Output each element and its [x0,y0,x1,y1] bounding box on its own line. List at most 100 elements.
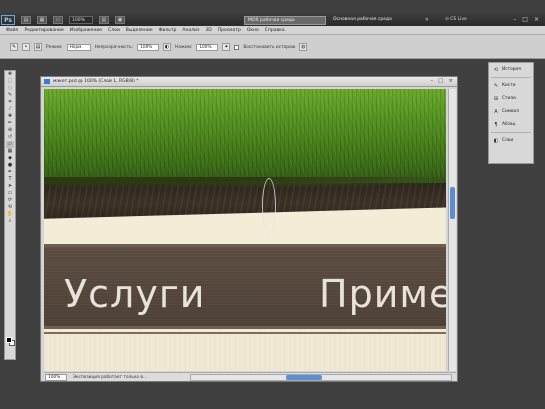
panel-history-label: История [502,67,521,72]
path-select-tool-icon[interactable]: ➤ [6,183,14,190]
brush-panel-icon[interactable]: ▤ [34,43,42,51]
nav-item-examples: Приме [319,272,446,316]
menu-help[interactable]: Справка [265,28,285,33]
airbrush-icon[interactable]: ✦ [222,43,231,51]
erase-history-label: Восстановить историю [243,44,296,50]
menu-analysis[interactable]: Анализ [182,28,199,33]
foreground-color-swatch[interactable] [6,337,12,343]
panel-layers[interactable]: ◧ Слои [489,134,533,147]
panel-styles-label: Стили [502,96,516,101]
menu-3d[interactable]: 3D [205,28,211,33]
workspace-menu-icon[interactable]: » [425,16,429,23]
panel-brushes-label: Кисти [502,83,516,88]
close-button[interactable]: × [534,16,539,23]
panel-paragraph-label: Абзац [502,122,516,127]
horizontal-scroll-thumb[interactable] [286,375,322,380]
quick-select-tool-icon[interactable]: ✎ [6,92,14,99]
vertical-scrollbar[interactable] [448,89,456,371]
eyedropper-tool-icon[interactable]: ⁄ [6,106,14,113]
gradient-tool-icon[interactable]: ▦ [6,148,14,155]
shape-tool-icon[interactable]: ▭ [6,190,14,197]
document-title: макет.psd @ 100% (Слой 1, RGB/8) * [53,79,139,84]
cs-live-button[interactable]: ⊙ CS Live [445,16,467,24]
application-bar: Ps ▤ ▦ ▭ 100% ▥ ▣ МОЯ рабочая среда Осно… [0,14,545,26]
document-maximize-button[interactable]: □ [438,78,443,84]
brush-size-icon[interactable]: • [22,43,30,51]
menu-image[interactable]: Изображение [70,28,102,33]
document-status-text[interactable]: Экспозиция работает только в... [73,375,147,380]
brush-icon: ✎ [493,82,499,89]
document-close-button[interactable]: × [448,78,453,84]
pressure-label: Нажим: [175,44,193,50]
menu-view[interactable]: Просмотр [218,28,241,33]
panel-paragraph[interactable]: ¶ Абзац [489,118,533,131]
panel-history[interactable]: ⟲ История [489,63,533,76]
pressure-input[interactable]: 100% [196,43,219,51]
color-swatches[interactable] [6,337,15,347]
options-bar: ✎ • ▤ Режим: Норм. Непрозрачность: 100% … [0,35,545,59]
menu-filter[interactable]: Фильтр [159,28,177,33]
brush-tool-icon[interactable]: ✏ [6,120,14,127]
crop-tool-icon[interactable]: ⌗ [6,99,14,106]
blur-tool-icon[interactable]: ◆ [6,155,14,162]
workspace-essentials[interactable]: Основная рабочая среда [333,17,392,22]
photoshop-logo: Ps [1,15,15,25]
extras-icon[interactable]: ▭ [53,16,63,24]
menu-window[interactable]: Окно [247,28,259,33]
pen-tool-icon[interactable]: ✒ [6,169,14,176]
panel-styles[interactable]: ⊞ Стили [489,92,533,105]
eraser-tool-icon[interactable]: ▱ [6,141,14,148]
zoom-level-select[interactable]: 100% [69,16,93,24]
nav-item-services: Услуги [64,272,206,316]
workspace-active-button[interactable]: МОЯ рабочая среда [244,16,326,25]
brush-cursor [262,178,276,234]
healing-tool-icon[interactable]: ✚ [6,113,14,120]
erase-history-checkbox[interactable] [234,44,240,50]
opacity-label: Непрозрачность: [94,44,134,50]
paper-strip-bottom [44,334,446,371]
marquee-tool-icon[interactable]: ⬚ [6,78,14,85]
soil-edge-shadow [44,177,446,191]
type-tool-icon[interactable]: T [6,176,14,183]
options-row: ✎ • ▤ Режим: Норм. Непрозрачность: 100% … [10,43,308,51]
layers-icon: ◧ [493,137,499,144]
panel-layers-label: Слои [502,138,514,143]
menu-edit[interactable]: Редактирование [24,28,63,33]
tools-panel: ✥ ⬚ ◌ ✎ ⌗ ⁄ ✚ ✏ ⊕ ↺ ▱ ▦ ◆ ● ✒ T ➤ ▭ ⟳ ⟲ … [4,70,16,360]
menu-layer[interactable]: Слои [108,28,120,33]
minimize-button[interactable]: – [513,16,516,23]
lasso-tool-icon[interactable]: ◌ [6,85,14,92]
panel-brushes[interactable]: ✎ Кисти [489,79,533,92]
3d-camera-tool-icon[interactable]: ⟲ [6,204,14,211]
horizontal-scrollbar[interactable] [190,374,452,381]
menu-select[interactable]: Выделение [126,28,153,33]
grass-image-area [44,89,446,189]
3d-rotate-tool-icon[interactable]: ⟳ [6,197,14,204]
maximize-button[interactable]: □ [522,16,528,23]
document-canvas[interactable]: Услуги Приме [44,89,446,371]
arrange-documents-icon[interactable]: ▥ [99,16,109,24]
opacity-input[interactable]: 100% [137,43,160,51]
history-icon: ⟲ [493,66,499,73]
history-brush-tool-icon[interactable]: ↺ [6,134,14,141]
mini-bridge-icon[interactable]: ▦ [37,16,47,24]
dodge-tool-icon[interactable]: ● [6,162,14,169]
document-zoom-field[interactable]: 100% [45,374,67,381]
bridge-icon[interactable]: ▤ [21,16,31,24]
hand-tool-icon[interactable]: ✋ [6,211,14,218]
document-minimize-button[interactable]: – [430,78,433,84]
document-window-controls: – □ × [430,78,453,84]
document-tab[interactable]: макет.psd @ 100% (Слой 1, RGB/8) * – □ × [41,77,457,87]
menu-file[interactable]: Файл [6,28,18,33]
tablet-pressure-icon[interactable]: ◍ [299,43,308,51]
zoom-tool-icon[interactable]: ⌕ [6,218,14,225]
panel-character[interactable]: A Символ [489,105,533,118]
vertical-scroll-thumb[interactable] [450,187,455,219]
panel-divider [491,77,531,78]
mode-select[interactable]: Норм. [66,43,91,51]
opacity-pressure-icon[interactable]: ◐ [163,43,172,51]
move-tool-icon[interactable]: ✥ [6,71,14,78]
clone-tool-icon[interactable]: ⊕ [6,127,14,134]
screen-mode-icon[interactable]: ▣ [115,16,125,24]
tool-preset-icon[interactable]: ✎ [10,43,18,51]
